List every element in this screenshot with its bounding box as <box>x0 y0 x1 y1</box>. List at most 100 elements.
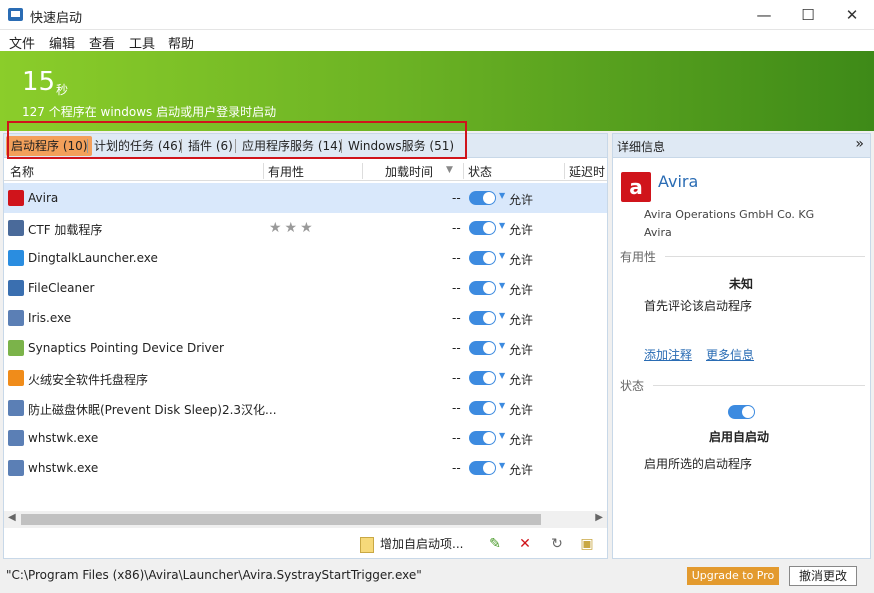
table-row[interactable]: FileCleaner -- ▼ 允许 <box>4 273 607 303</box>
divider <box>665 256 865 257</box>
table-row[interactable]: Avira -- ▼ 允许 <box>4 183 607 213</box>
table-row[interactable]: CTF 加载程序 ★★★ -- ▼ 允许 <box>4 213 607 243</box>
table-row[interactable]: whstwk.exe -- ▼ 允许 <box>4 423 607 453</box>
column-header: 名称 有用性 加载时间 ▼ 状态 延迟时 <box>4 159 607 181</box>
row-status: 允许 <box>509 463 534 477</box>
window-icon <box>8 430 24 446</box>
folder-icon[interactable]: ▣ <box>578 535 596 553</box>
undo-changes-button[interactable]: 撤消更改 <box>789 566 857 586</box>
menu-edit[interactable]: 编辑 <box>49 33 75 52</box>
status-dropdown-icon[interactable]: ▼ <box>499 341 505 350</box>
row-name: CTF 加载程序 <box>28 223 103 237</box>
col-delay[interactable]: 延迟时 <box>569 163 605 180</box>
minimize-button[interactable]: — <box>742 0 786 30</box>
scroll-right-icon[interactable]: ▶ <box>595 512 603 523</box>
filecleaner-icon <box>8 280 24 296</box>
row-name: whstwk.exe <box>28 461 99 475</box>
status-toggle[interactable] <box>469 431 496 445</box>
table-row[interactable]: 火绒安全软件托盘程序 -- ▼ 允许 <box>4 363 607 393</box>
enable-startup-toggle[interactable] <box>728 405 755 419</box>
maximize-button[interactable]: ☐ <box>786 0 830 30</box>
status-bar: "C:\Program Files (x86)\Avira\Launcher\A… <box>0 562 874 593</box>
app-icon <box>8 8 23 21</box>
row-name: Avira <box>28 191 59 205</box>
col-load-time[interactable]: 加载时间 <box>385 163 433 180</box>
close-button[interactable]: ✕ <box>830 0 874 30</box>
add-note-link[interactable]: 添加注释 <box>644 346 692 363</box>
row-status: 允许 <box>509 433 534 447</box>
row-status: 允许 <box>509 193 534 207</box>
status-toggle[interactable] <box>469 371 496 385</box>
row-status: 允许 <box>509 313 534 327</box>
table-row[interactable]: whstwk.exe -- ▼ 允许 <box>4 453 607 483</box>
title-bar: 快速启动 — ☐ ✕ <box>0 0 874 30</box>
col-usefulness[interactable]: 有用性 <box>268 163 304 180</box>
startup-list-panel: 启动程序 (10) 计划的任务 (46) 插件 (6) 应用程序服务 (14) … <box>3 133 608 559</box>
status-dropdown-icon[interactable]: ▼ <box>499 401 505 410</box>
col-separator <box>263 163 264 179</box>
window-icon <box>8 460 24 476</box>
seconds-unit: 秒 <box>56 83 69 97</box>
row-load-time: -- <box>452 431 461 445</box>
scroll-left-icon[interactable]: ◀ <box>8 512 16 523</box>
bottom-toolbar: 增加自启动项... ✎ ✕ ↻ ▣ <box>4 530 607 558</box>
scrollbar-thumb[interactable] <box>21 514 541 525</box>
usefulness-stars[interactable]: ★★★ <box>269 220 316 236</box>
details-title: 详细信息 <box>617 140 666 154</box>
horizontal-scrollbar[interactable]: ◀ ▶ <box>4 511 607 528</box>
banner-description: 127 个程序在 windows 启动或用户登录时启动 <box>22 105 277 119</box>
details-company: Avira Operations GmbH Co. KG <box>644 208 815 221</box>
col-status[interactable]: 状态 <box>468 163 492 180</box>
status-toggle[interactable] <box>469 401 496 415</box>
edit-check-icon[interactable]: ✎ <box>486 535 504 553</box>
row-load-time: -- <box>452 251 461 265</box>
sort-down-icon: ▼ <box>446 165 453 175</box>
menu-help[interactable]: 帮助 <box>168 33 194 52</box>
row-status: 允许 <box>509 283 534 297</box>
avira-logo-icon: a <box>621 172 651 202</box>
menu-tools[interactable]: 工具 <box>129 33 155 52</box>
details-product: Avira <box>644 226 672 239</box>
status-toggle[interactable] <box>469 221 496 235</box>
status-dropdown-icon[interactable]: ▼ <box>499 221 505 230</box>
row-status: 允许 <box>509 403 534 417</box>
status-dropdown-icon[interactable]: ▼ <box>499 251 505 260</box>
refresh-icon[interactable]: ↻ <box>548 535 566 553</box>
delete-icon[interactable]: ✕ <box>516 535 534 553</box>
menu-view[interactable]: 查看 <box>89 33 115 52</box>
details-panel: 详细信息 » a Avira Avira Operations GmbH Co.… <box>612 133 871 559</box>
ctf-icon <box>8 220 24 236</box>
more-info-link[interactable]: 更多信息 <box>706 346 754 363</box>
table-row[interactable]: Iris.exe -- ▼ 允许 <box>4 303 607 333</box>
table-row[interactable]: 防止磁盘休眠(Prevent Disk Sleep)2.3汉化... -- ▼ 允许 <box>4 393 607 423</box>
row-status: 允许 <box>509 373 534 387</box>
row-status: 允许 <box>509 223 534 237</box>
status-toggle[interactable] <box>469 341 496 355</box>
details-header: 详细信息 » <box>613 134 870 158</box>
col-name[interactable]: 名称 <box>10 163 34 180</box>
startup-time-banner: 15 秒 127 个程序在 windows 启动或用户登录时启动 <box>0 51 874 131</box>
row-name: Iris.exe <box>28 311 72 325</box>
status-dropdown-icon[interactable]: ▼ <box>499 191 505 200</box>
table-row[interactable]: Synaptics Pointing Device Driver -- ▼ 允许 <box>4 333 607 363</box>
status-value: 启用自启动 <box>709 430 770 444</box>
col-separator <box>463 163 464 179</box>
status-dropdown-icon[interactable]: ▼ <box>499 371 505 380</box>
table-row[interactable]: DingtalkLauncher.exe -- ▼ 允许 <box>4 243 607 273</box>
status-dropdown-icon[interactable]: ▼ <box>499 281 505 290</box>
add-startup-item-button[interactable]: 增加自启动项... <box>360 535 463 553</box>
upgrade-button[interactable]: Upgrade to Pro <box>687 567 779 585</box>
collapse-chevron-icon[interactable]: » <box>855 136 864 152</box>
details-app-name: Avira <box>658 172 699 191</box>
row-load-time: -- <box>452 191 461 205</box>
status-toggle[interactable] <box>469 281 496 295</box>
status-toggle[interactable] <box>469 461 496 475</box>
menu-file[interactable]: 文件 <box>9 33 35 52</box>
status-dropdown-icon[interactable]: ▼ <box>499 461 505 470</box>
status-dropdown-icon[interactable]: ▼ <box>499 431 505 440</box>
status-toggle[interactable] <box>469 191 496 205</box>
window-icon <box>8 400 24 416</box>
status-toggle[interactable] <box>469 251 496 265</box>
status-toggle[interactable] <box>469 311 496 325</box>
status-dropdown-icon[interactable]: ▼ <box>499 311 505 320</box>
